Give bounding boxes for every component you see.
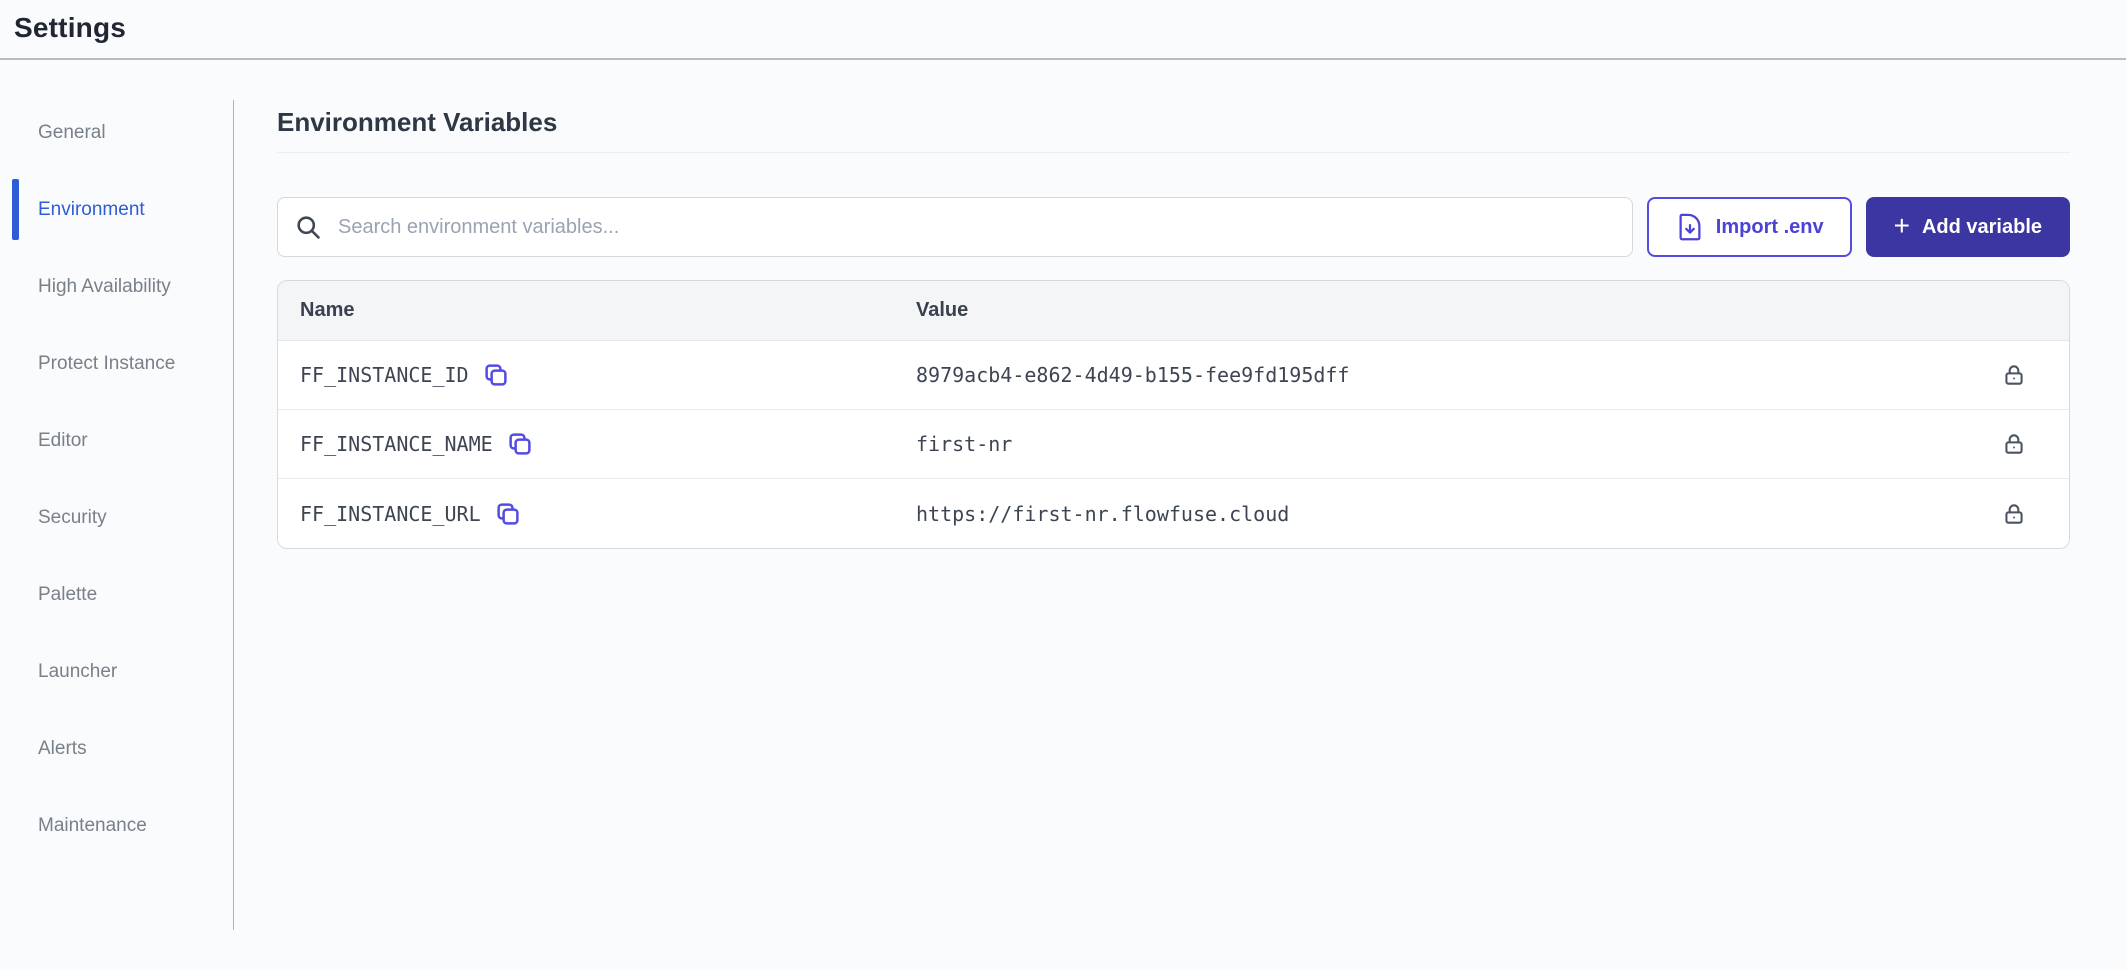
import-env-label: Import .env [1716,216,1824,239]
sidebar-nav-list: General Environment High Availability Pr… [0,115,233,843]
sidebar-item-security[interactable]: Security [38,500,190,535]
sidebar-item-protect-instance[interactable]: Protect Instance [38,346,190,381]
lock-icon [2001,501,2027,527]
search-input[interactable] [336,215,1616,240]
copy-icon[interactable] [505,429,535,459]
env-var-name: FF_INSTANCE_NAME [300,432,493,456]
environment-panel: Environment Variables Import .env + Add [234,100,2126,930]
sidebar-item-editor[interactable]: Editor [38,423,190,458]
add-variable-label: Add variable [1922,216,2042,239]
plus-icon: + [1894,212,1910,240]
page-header: Settings [0,0,2126,60]
sidebar-item-high-availability[interactable]: High Availability [38,269,190,304]
lock-icon [2001,362,2027,388]
sidebar-item-palette[interactable]: Palette [38,577,190,612]
lock-icon [2001,431,2027,457]
env-vars-table: Name Value FF_INSTANCE_ID 8979acb4-e862-… [277,280,2070,549]
sidebar-item-maintenance[interactable]: Maintenance [38,808,190,843]
table-header-row: Name Value [278,281,2069,341]
env-var-name: FF_INSTANCE_ID [300,363,469,387]
section-divider [277,152,2070,153]
sidebar-item-launcher[interactable]: Launcher [38,654,190,689]
sidebar-item-alerts[interactable]: Alerts [38,731,190,766]
table-row: FF_INSTANCE_NAME first-nr [278,410,2069,479]
table-row: FF_INSTANCE_ID 8979acb4-e862-4d49-b155-f… [278,341,2069,410]
env-var-value: 8979acb4-e862-4d49-b155-fee9fd195dff [906,363,1959,387]
copy-icon[interactable] [493,499,523,529]
page-title: Settings [14,12,2126,44]
env-var-value: https://first-nr.flowfuse.cloud [906,502,1959,526]
settings-layout: General Environment High Availability Pr… [0,60,2126,930]
section-title: Environment Variables [277,102,2070,142]
column-header-name: Name [278,299,906,322]
search-box [277,197,1633,257]
table-row: FF_INSTANCE_URL https://first-nr.flowfus… [278,479,2069,548]
import-env-button[interactable]: Import .env [1647,197,1852,257]
env-var-name: FF_INSTANCE_URL [300,502,481,526]
search-icon [294,213,322,241]
document-download-icon [1675,212,1705,242]
settings-sidebar: General Environment High Availability Pr… [0,100,234,930]
add-variable-button[interactable]: + Add variable [1866,197,2070,257]
sidebar-item-general[interactable]: General [38,115,190,150]
sidebar-item-environment[interactable]: Environment [38,192,190,227]
env-var-value: first-nr [906,432,1959,456]
copy-icon[interactable] [481,360,511,390]
column-header-value: Value [906,299,1959,322]
env-toolbar: Import .env + Add variable [277,197,2070,257]
